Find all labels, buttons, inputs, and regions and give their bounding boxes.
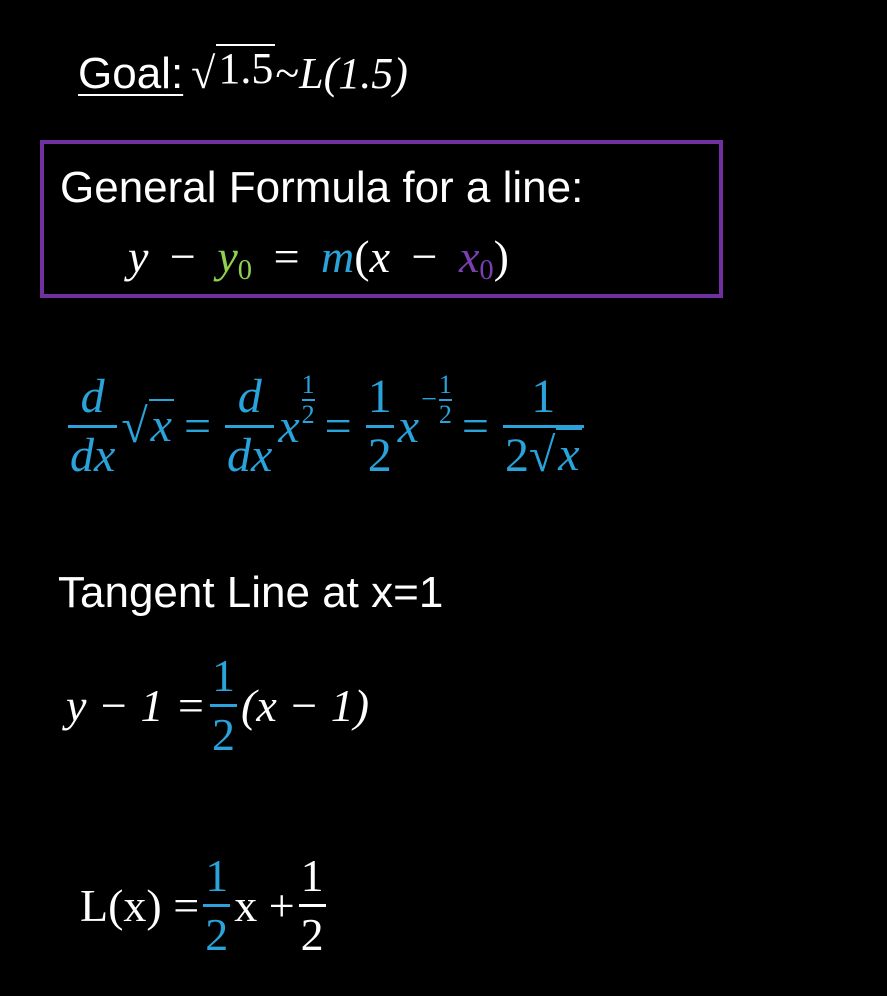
line-formula: y − y0 = m(x − x0) <box>128 228 509 300</box>
formula-x0: x0 <box>458 231 494 287</box>
tangent-lhs: y − 1 = <box>66 679 206 731</box>
tangent-rhs: (x − 1) <box>241 679 370 731</box>
exponent-neg-half: 1 2 <box>438 370 452 429</box>
formula-minus-2: − <box>411 231 438 282</box>
equals-3: = <box>461 399 489 453</box>
d-dx-operator-2: d dx <box>225 369 275 482</box>
tangent-equation: y − 1 = 1 2 (x − 1) <box>66 640 369 770</box>
formula-equals: = <box>273 231 300 282</box>
formula-title: General Formula for a line: <box>60 163 584 212</box>
radical-sign: √ <box>191 49 216 98</box>
goal-rhs: L(1.5) <box>299 49 408 98</box>
formula-y0: y0 <box>217 231 253 287</box>
x-power-half: x <box>278 399 300 453</box>
d-dx-operator: d dx <box>68 369 118 482</box>
formula-box: General Formula for a line: y − y0 = m(x… <box>40 140 723 298</box>
linearization-equation: L(x) = 1 2 x + 1 2 <box>80 840 330 970</box>
equals-1: = <box>183 399 212 453</box>
approx-symbol: ~ <box>275 49 300 98</box>
formula-paren-close: ) <box>493 231 509 282</box>
exponent-half: 1 2 <box>301 370 315 429</box>
goal-label: Goal: <box>78 49 184 98</box>
derivative-chain: d dx √ x = d dx x 1 2 = 1 2 x − 1 2 = 1 … <box>64 356 588 496</box>
equals-2: = <box>324 399 352 453</box>
formula-slope: m <box>321 231 355 282</box>
tangent-title: Tangent Line at x=1 <box>58 568 444 617</box>
sqrt-expression: √ 1.5 <box>191 44 276 104</box>
linear-mid: x + <box>234 879 295 931</box>
formula-x: x <box>369 231 390 282</box>
linear-lhs: L(x) = <box>80 879 200 931</box>
formula-paren-open: ( <box>354 231 370 282</box>
formula-y: y <box>128 231 149 282</box>
result-fraction: 1 2 √ x <box>502 369 584 484</box>
half-coefficient: 1 2 <box>365 369 394 482</box>
goal-line: Goal: √ 1.5 ~ L(1.5) <box>78 44 408 104</box>
x-power-neg-half: x <box>397 399 420 453</box>
formula-minus: − <box>169 231 196 282</box>
tangent-slope: 1 2 <box>210 649 237 760</box>
linear-intercept: 1 2 <box>298 849 326 960</box>
sqrt-x: √ x <box>121 398 174 453</box>
radicand: 1.5 <box>216 44 276 104</box>
negative-sign: − <box>421 384 437 415</box>
linear-slope: 1 2 <box>203 849 231 960</box>
